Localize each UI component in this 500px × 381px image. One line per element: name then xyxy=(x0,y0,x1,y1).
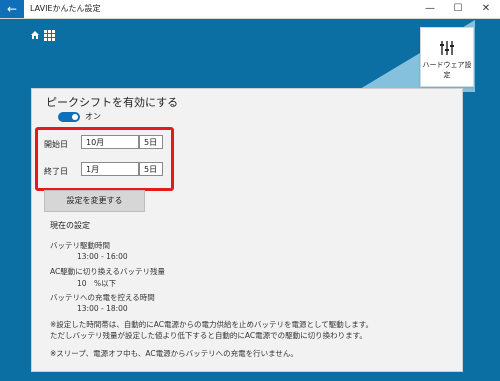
apps-grid-icon[interactable] xyxy=(44,30,55,41)
hardware-settings-label: ハードウェア設定 xyxy=(422,61,472,79)
ac-threshold-label: AC駆動に切り換えるバッテリ残量 xyxy=(50,267,166,276)
hardware-settings-tile[interactable]: ハードウェア設定 xyxy=(420,27,474,87)
title-bar: ← LAVIEかんたん設定 — ☐ ✕ xyxy=(0,0,500,19)
app-title: LAVIEかんたん設定 xyxy=(30,4,101,13)
maximize-button[interactable]: ☐ xyxy=(444,0,472,18)
start-day-select[interactable]: 5日 xyxy=(139,135,163,149)
battery-time-label: バッテリ駆動時間 xyxy=(50,241,110,250)
charge-suppress-label: バッテリへの充電を控える時間 xyxy=(50,293,155,302)
back-button[interactable]: ← xyxy=(0,0,24,18)
end-month-select[interactable]: 1月 xyxy=(81,162,139,176)
toggle-knob xyxy=(72,114,78,120)
note-line-1: ※設定した時間帯は、自動的にAC電源からの電力供給を止めバッテリを電源として駆動… xyxy=(50,320,374,329)
peak-shift-panel: ピークシフトを有効にする オン 開始日 10月 5日 終了日 1月 5日 設定を… xyxy=(31,88,463,372)
start-month-select[interactable]: 10月 xyxy=(81,135,139,149)
end-day-select[interactable]: 5日 xyxy=(139,162,163,176)
sliders-icon xyxy=(440,41,454,55)
apply-settings-button[interactable]: 設定を変更する xyxy=(44,190,145,212)
minimize-button[interactable]: — xyxy=(416,0,444,18)
note-sleep: ※スリープ、電源オフ中も、AC電源からバッテリへの充電を行いません。 xyxy=(50,349,298,358)
app-window: ← LAVIEかんたん設定 — ☐ ✕ ハードウェア設定 ピークシフトを有効にす… xyxy=(0,0,500,381)
close-button[interactable]: ✕ xyxy=(472,0,500,18)
note-line-2: ただしバッテリ残量が設定した値より低下すると自動的にAC電源での駆動に切り換わり… xyxy=(50,331,367,340)
toggle-state-label: オン xyxy=(85,112,101,121)
peak-shift-heading: ピークシフトを有効にする xyxy=(46,96,179,109)
battery-time-value: 13:00 - 16:00 xyxy=(77,252,128,261)
home-icon[interactable] xyxy=(30,30,40,40)
ac-threshold-value: 10 %以下 xyxy=(77,279,117,288)
current-settings-heading: 現在の設定 xyxy=(50,221,90,230)
peak-shift-toggle[interactable] xyxy=(58,112,80,122)
start-date-label: 開始日 xyxy=(44,140,68,149)
end-date-label: 終了日 xyxy=(44,167,68,176)
charge-suppress-value: 13:00 - 18:00 xyxy=(77,304,128,313)
